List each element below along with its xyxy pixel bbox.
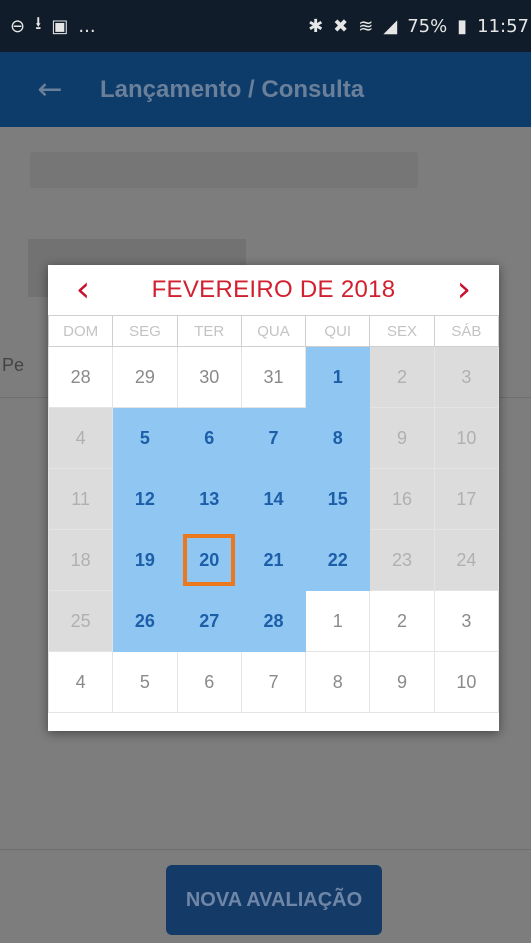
day-cell: 24 [433, 529, 500, 591]
calendar-week-row: 28 29 30 31 1 2 3 [47, 346, 500, 408]
day-cell: 16 [369, 468, 435, 530]
day-cell: 31 [240, 346, 307, 408]
partial-label: Pe [2, 355, 25, 375]
weekday-label: QUI [305, 315, 371, 347]
calendar-header: ‹ FEVEREIRO DE 2018 › [48, 265, 499, 315]
settings-circle-icon: ⊖ [10, 15, 26, 37]
calendar-dialog: ‹ FEVEREIRO DE 2018 › DOM SEG TER QUA QU… [47, 265, 500, 731]
signal-icon: ◢ [383, 15, 398, 37]
next-month-chevron-icon[interactable]: › [429, 265, 499, 315]
upload-icon: ⭳ [35, 13, 42, 34]
day-cell: 18 [47, 529, 114, 591]
day-cell: 29 [112, 346, 178, 408]
day-cell[interactable]: 28 [240, 590, 307, 652]
day-cell[interactable]: 15 [305, 468, 371, 530]
day-cell[interactable]: 26 [112, 590, 178, 652]
day-cell: 9 [369, 651, 435, 713]
day-cell: 30 [176, 346, 242, 408]
bluetooth-icon: ✱ [308, 15, 324, 37]
day-cell: 10 [433, 407, 500, 469]
day-cell: 8 [305, 651, 371, 713]
selected-day-outline [183, 534, 236, 586]
day-cell[interactable]: 22 [305, 529, 371, 591]
weekday-label: QUA [240, 315, 307, 347]
day-cell: 9 [369, 407, 435, 469]
day-cell: 25 [47, 590, 114, 652]
day-cell: 4 [47, 407, 114, 469]
day-cell: 3 [433, 590, 500, 652]
day-cell: 3 [433, 346, 500, 408]
page-title: Lançamento / Consulta [100, 75, 365, 103]
day-cell: 6 [176, 651, 242, 713]
day-cell[interactable]: 21 [240, 529, 307, 591]
calendar-week-row: 4 5 6 7 8 9 10 [47, 407, 500, 469]
prev-month-chevron-icon[interactable]: ‹ [48, 265, 118, 315]
weekday-label: TER [176, 315, 242, 347]
weekday-label: SEG [112, 315, 178, 347]
status-left: ⊖ ⭳ ▣ ... [10, 11, 96, 41]
day-cell: 17 [433, 468, 500, 530]
calendar-week-row: 18 19 20 21 22 23 24 [47, 529, 500, 591]
image-icon: ▣ [51, 15, 69, 37]
day-cell: 1 [305, 590, 371, 652]
month-title: FEVEREIRO DE 2018 [151, 276, 396, 303]
calendar-week-row: 4 5 6 7 8 9 10 [47, 651, 500, 713]
weekday-label: DOM [47, 315, 114, 347]
day-cell: 5 [112, 651, 178, 713]
day-cell: 7 [240, 651, 307, 713]
day-cell: 2 [369, 590, 435, 652]
calendar-grid: DOM SEG TER QUA QUI SEX SÁB 28 29 30 31 … [47, 315, 500, 713]
search-field-placeholder[interactable] [30, 152, 418, 188]
day-cell: 10 [433, 651, 500, 713]
day-cell[interactable]: 5 [112, 407, 178, 469]
day-cell[interactable]: 1 [305, 346, 371, 408]
status-right: ✱ ✖ ≋ ◢ 75% ▮ 11:57 [308, 16, 529, 37]
mute-icon: ✖ [333, 15, 349, 37]
day-cell: 4 [47, 651, 114, 713]
day-cell: 28 [47, 346, 114, 408]
clock: 11:57 [477, 15, 529, 37]
day-cell[interactable]: 14 [240, 468, 307, 530]
calendar-week-row: 25 26 27 28 1 2 3 [47, 590, 500, 652]
day-cell[interactable]: 19 [112, 529, 178, 591]
day-cell: 23 [369, 529, 435, 591]
day-cell[interactable]: 27 [176, 590, 242, 652]
wifi-icon: ≋ [358, 15, 374, 37]
weekday-label: SÁB [433, 315, 500, 347]
calendar-week-row: 11 12 13 14 15 16 17 [47, 468, 500, 530]
app-bar: ← Lançamento / Consulta [0, 52, 531, 127]
day-cell[interactable]: 8 [305, 407, 371, 469]
battery-percent: 75% [407, 15, 448, 37]
battery-icon: ▮ [457, 15, 468, 37]
day-cell: 11 [47, 468, 114, 530]
day-cell: 2 [369, 346, 435, 408]
day-cell[interactable]: 6 [176, 407, 242, 469]
new-evaluation-button[interactable]: NOVA AVALIAÇÃO [166, 865, 382, 935]
day-cell[interactable]: 7 [240, 407, 307, 469]
weekday-label: SEX [369, 315, 435, 347]
weekday-header-row: DOM SEG TER QUA QUI SEX SÁB [47, 315, 500, 347]
day-cell-selected[interactable]: 20 [176, 529, 242, 591]
divider-bottom [0, 849, 531, 850]
more-notifications-label: ... [78, 15, 96, 37]
status-bar: ⊖ ⭳ ▣ ... ✱ ✖ ≋ ◢ 75% ▮ 11:57 [0, 0, 531, 52]
back-arrow-icon[interactable]: ← [0, 72, 100, 107]
day-cell[interactable]: 12 [112, 468, 178, 530]
day-cell[interactable]: 13 [176, 468, 242, 530]
